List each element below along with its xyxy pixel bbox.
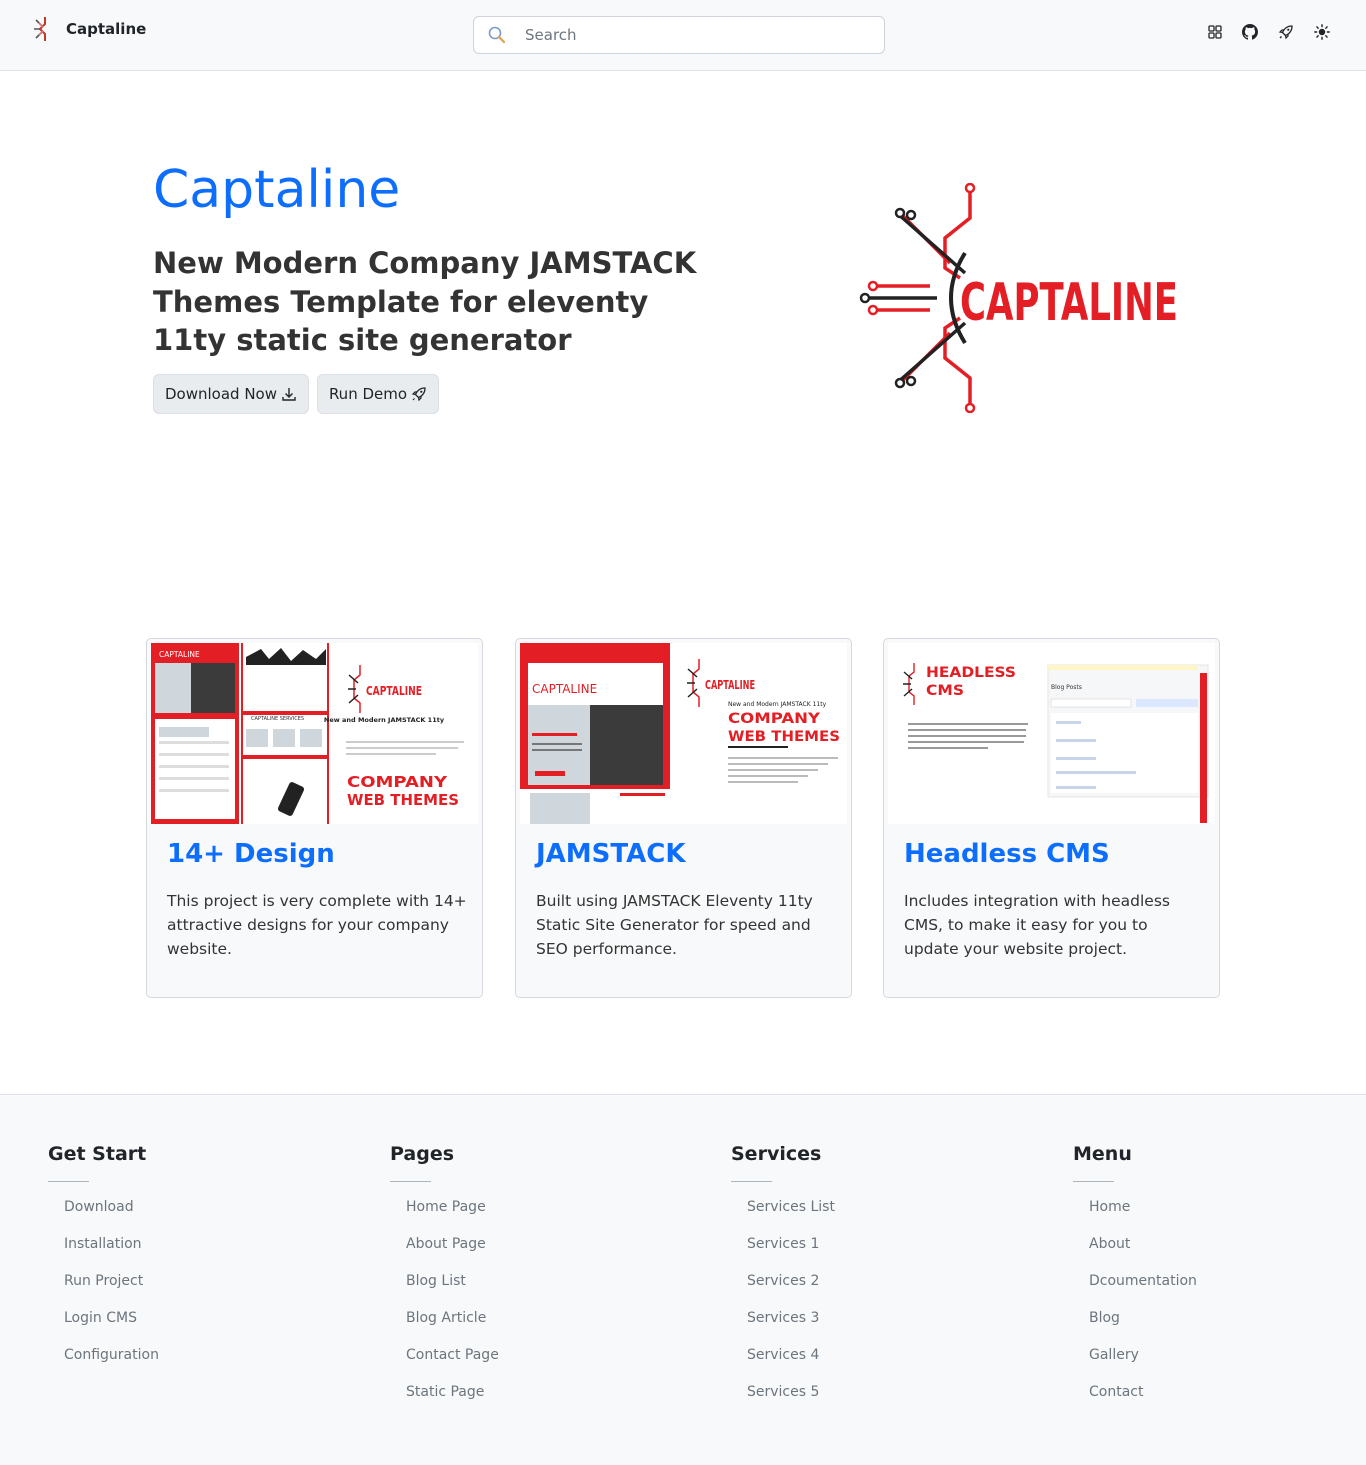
download-now-button[interactable]: Download Now [153, 374, 309, 414]
grid-icon[interactable] [1207, 24, 1223, 40]
card-title: JAMSTACK [536, 839, 686, 869]
svg-text:CAPTALINE: CAPTALINE [532, 682, 597, 696]
footer-link[interactable]: Download [64, 1199, 159, 1236]
brand-link[interactable]: Captaline [30, 14, 146, 44]
svg-text:New and Modern JAMSTACK 11ty: New and Modern JAMSTACK 11ty [324, 716, 445, 724]
footer-link[interactable]: Home [1089, 1199, 1197, 1236]
feature-card-headless-cms: HEADLESS CMS Blog Posts Headless CMS Inc… [883, 638, 1220, 998]
top-navbar: Captaline [0, 0, 1366, 71]
brand-logo-icon [34, 17, 46, 41]
svg-text:Blog Posts: Blog Posts [1051, 684, 1082, 691]
footer-link[interactable]: Run Project [64, 1273, 159, 1310]
footer-link[interactable]: Blog [1089, 1310, 1197, 1347]
footer-divider [1073, 1181, 1114, 1182]
hero-title: Captaline [153, 160, 401, 220]
search-input[interactable] [525, 18, 865, 52]
footer-divider [390, 1181, 431, 1182]
rocket-icon[interactable] [1278, 24, 1294, 40]
card-image: CAPTALINE CAPTALINE New and Modern JAMST… [520, 643, 847, 824]
footer-link[interactable]: Login CMS [64, 1310, 159, 1347]
brand-name: Captaline [66, 20, 147, 38]
footer-column-pages: Pages Home Page About Page Blog List Blo… [390, 1143, 499, 1421]
footer-column-services: Services Services List Services 1 Servic… [731, 1143, 835, 1421]
footer-link[interactable]: Services 1 [747, 1236, 835, 1273]
card-title: Headless CMS [904, 839, 1110, 869]
feature-card-jamstack: CAPTALINE CAPTALINE New and Modern JAMST… [515, 638, 852, 998]
footer-heading: Menu [1073, 1143, 1132, 1165]
logo-text: CAPTALINE [960, 273, 1178, 333]
card-image: CAPTALINE SERVICES CAPTALINE CAPTALINE N… [151, 643, 478, 824]
footer-link[interactable]: Gallery [1089, 1347, 1197, 1384]
footer: Get Start Download Installation Run Proj… [0, 1094, 1366, 1465]
card-image: HEADLESS CMS Blog Posts [888, 643, 1215, 824]
search-box[interactable] [473, 16, 885, 54]
footer-link[interactable]: Services 4 [747, 1347, 835, 1384]
svg-text:COMPANY: COMPANY [728, 711, 821, 727]
svg-text:HEADLESS: HEADLESS [926, 665, 1016, 681]
card-text: Built using JAMSTACK Eleventy 11ty Stati… [536, 892, 813, 958]
card-text: Includes integration with headless CMS, … [904, 892, 1170, 958]
sun-icon[interactable] [1314, 24, 1330, 40]
svg-text:CMS: CMS [926, 683, 964, 699]
rocket-icon [411, 387, 426, 402]
run-demo-label: Run Demo [328, 385, 408, 403]
footer-link[interactable]: Configuration [64, 1347, 159, 1384]
footer-link[interactable]: Contact [1089, 1384, 1197, 1421]
svg-text:New and Modern JAMSTACK 11ty: New and Modern JAMSTACK 11ty [728, 701, 827, 708]
footer-link[interactable]: Services 2 [747, 1273, 835, 1310]
svg-text:CAPTALINE: CAPTALINE [366, 684, 422, 698]
run-demo-button[interactable]: Run Demo [317, 374, 439, 414]
download-icon [282, 388, 296, 401]
github-icon[interactable] [1242, 24, 1258, 40]
footer-divider [731, 1181, 772, 1182]
card-text: This project is very complete with 14+ a… [167, 892, 467, 958]
svg-text:CAPTALINE SERVICES: CAPTALINE SERVICES [251, 716, 304, 722]
footer-link[interactable]: Dcoumentation [1089, 1273, 1197, 1310]
hero-subtitle: New Modern Company JAMSTACK Themes Templ… [153, 246, 697, 357]
footer-link[interactable]: Blog Article [406, 1310, 499, 1347]
footer-link[interactable]: Contact Page [406, 1347, 499, 1384]
footer-link[interactable]: Installation [64, 1236, 159, 1273]
footer-link[interactable]: Services 3 [747, 1310, 835, 1347]
footer-heading: Services [731, 1143, 822, 1165]
search-icon [488, 26, 506, 44]
footer-link[interactable]: Services List [747, 1199, 835, 1236]
footer-link[interactable]: Services 5 [747, 1384, 835, 1421]
footer-column-menu: Menu Home About Dcoumentation Blog Galle… [1073, 1143, 1197, 1421]
footer-link[interactable]: About Page [406, 1236, 499, 1273]
svg-text:WEB THEMES: WEB THEMES [347, 791, 459, 809]
card-title: 14+ Design [167, 839, 335, 869]
footer-link[interactable]: Home Page [406, 1199, 499, 1236]
footer-heading: Get Start [48, 1143, 147, 1165]
footer-link[interactable]: About [1089, 1236, 1197, 1273]
svg-text:CAPTALINE: CAPTALINE [159, 650, 200, 659]
svg-text:WEB THEMES: WEB THEMES [728, 729, 840, 745]
download-now-label: Download Now [165, 385, 277, 403]
svg-text:CAPTALINE: CAPTALINE [705, 678, 755, 692]
feature-card-design: CAPTALINE SERVICES CAPTALINE CAPTALINE N… [146, 638, 483, 998]
footer-column-get-start: Get Start Download Installation Run Proj… [48, 1143, 159, 1384]
svg-text:COMPANY: COMPANY [347, 773, 448, 791]
captaline-logo: CAPTALINE [859, 183, 1178, 413]
footer-link[interactable]: Static Page [406, 1384, 499, 1421]
footer-link[interactable]: Blog List [406, 1273, 499, 1310]
footer-heading: Pages [390, 1143, 455, 1165]
footer-divider [48, 1181, 89, 1182]
